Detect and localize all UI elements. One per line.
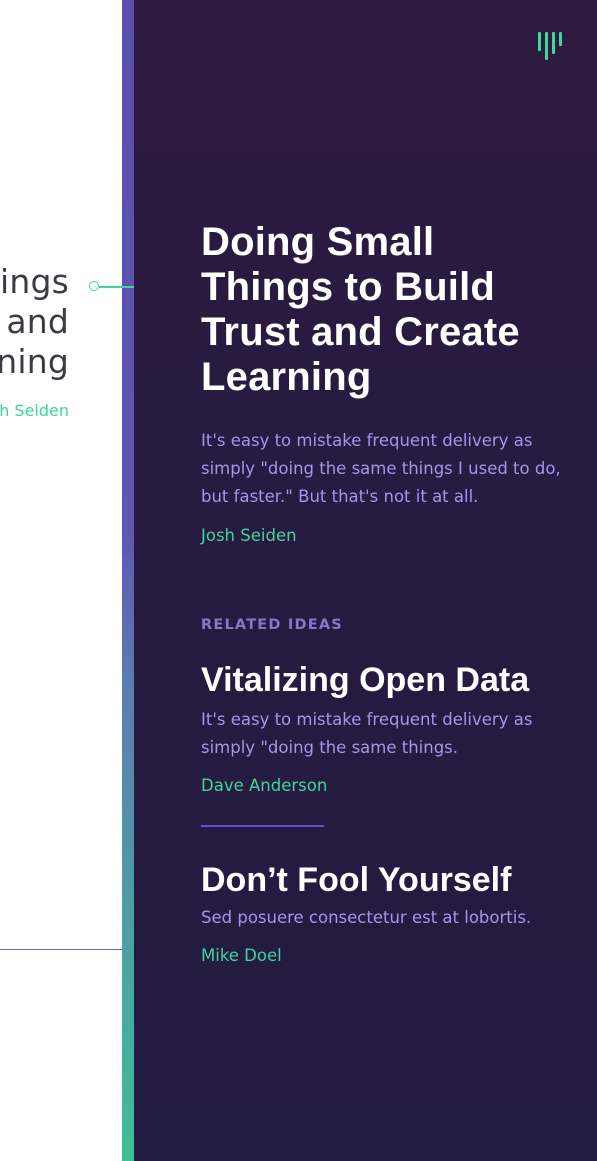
related-idea-card[interactable]: Don’t Fool Yourself Sed posuere consecte… [201,860,581,965]
related-idea-author[interactable]: Mike Doel [201,946,581,965]
related-ideas-heading: RELATED IDEAS [201,617,343,633]
timeline-dot-icon [89,281,99,291]
related-ideas-section: RELATED IDEAS Vitalizing Open Data It's … [201,617,581,965]
previous-article-author: h Seiden [0,401,69,420]
previous-title-line: and [6,302,69,341]
article-content: Doing Small Things to Build Trust and Cr… [201,220,561,545]
related-divider [201,825,324,827]
related-idea-card[interactable]: Vitalizing Open Data It's easy to mistak… [201,660,581,795]
related-idea-author[interactable]: Dave Anderson [201,776,581,795]
related-idea-title[interactable]: Vitalizing Open Data [201,660,581,700]
previous-title-line: ning [0,342,69,381]
article-panel: Doing Small Things to Build Trust and Cr… [134,0,597,1161]
related-idea-description: Sed posuere consectetur est at lobortis. [201,907,532,927]
brand-bars-logo-icon[interactable] [538,32,564,60]
gradient-accent-bar [122,0,134,1161]
previous-article-title: ings and ning [0,262,69,382]
article-description: It's easy to mistake frequent delivery a… [201,431,561,506]
previous-title-line: ings [0,262,69,301]
previous-article-preview[interactable]: ings and ning h Seiden [0,0,122,1161]
article-author-link[interactable]: Josh Seiden [201,526,561,545]
previous-divider [0,949,122,950]
article-title: Doing Small Things to Build Trust and Cr… [201,220,520,399]
related-idea-description: It's easy to mistake frequent delivery a… [201,710,533,757]
related-idea-title[interactable]: Don’t Fool Yourself [201,860,581,900]
